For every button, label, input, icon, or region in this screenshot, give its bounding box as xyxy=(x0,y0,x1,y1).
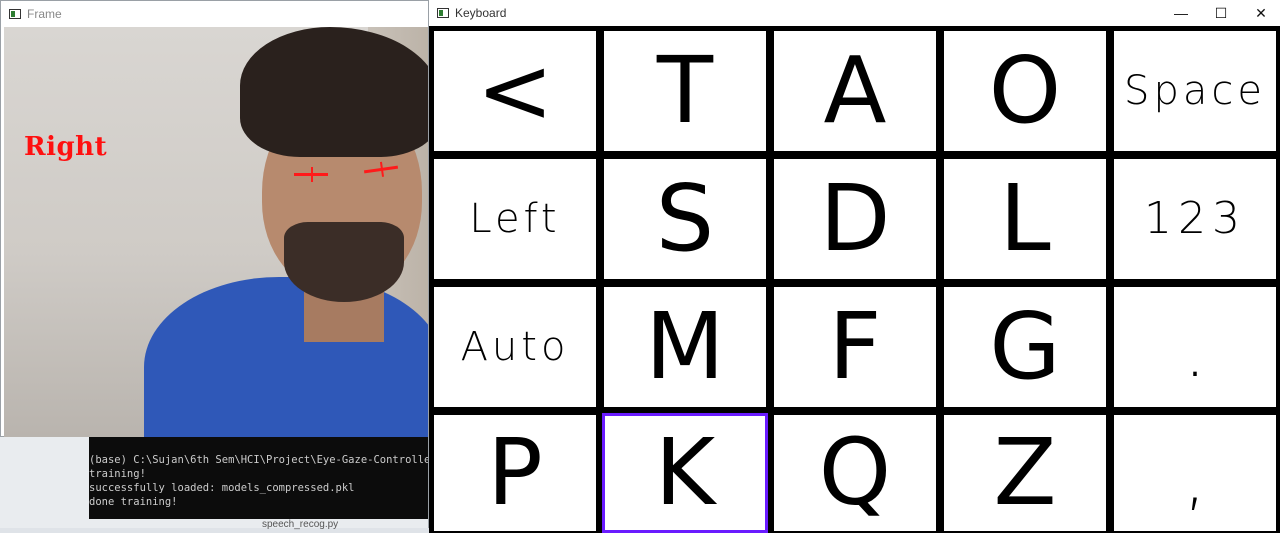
key-label: Q xyxy=(818,419,892,526)
key-label: G xyxy=(989,293,1061,400)
key-label: O xyxy=(988,37,1062,144)
window-app-icon xyxy=(437,8,449,18)
maximize-button[interactable]: ☐ xyxy=(1201,0,1241,26)
key-123[interactable]: 123 xyxy=(1109,154,1280,284)
key-period[interactable]: . xyxy=(1109,282,1280,412)
key-label: M xyxy=(645,293,725,400)
key-left[interactable]: Left xyxy=(429,154,601,284)
key-label: F xyxy=(828,293,882,400)
person-hair xyxy=(240,27,428,157)
terminal-line: successfully loaded: models_compressed.p… xyxy=(89,482,355,494)
virtual-keyboard-grid: < T A O Space Left S D L 123 Auto M F G. P K Q Z, xyxy=(429,26,1280,533)
key-label: < xyxy=(476,37,554,144)
webcam-feed: Right xyxy=(4,27,428,437)
key-label: Auto xyxy=(460,324,570,370)
explorer-file-item[interactable]: speech_recog.py xyxy=(262,519,338,530)
key-label: T xyxy=(656,37,714,144)
key-label: D xyxy=(819,165,891,272)
key-label: Space xyxy=(1124,68,1266,114)
key-s[interactable]: S xyxy=(599,154,771,284)
left-eye-marker xyxy=(294,167,328,182)
key-auto[interactable]: Auto xyxy=(429,282,601,412)
frame-window-title: Frame xyxy=(27,7,62,21)
key-g[interactable]: G xyxy=(939,282,1111,412)
frame-titlebar[interactable]: Frame xyxy=(1,1,428,27)
key-t[interactable]: T xyxy=(599,26,771,156)
key-backspace[interactable]: < xyxy=(429,26,601,156)
keyboard-titlebar[interactable]: Keyboard — ☐ ✕ xyxy=(429,0,1280,26)
key-label: , xyxy=(1183,437,1207,519)
keyboard-window-title: Keyboard xyxy=(455,6,507,20)
key-label: L xyxy=(999,165,1051,272)
key-label: P xyxy=(487,419,543,526)
key-space[interactable]: Space xyxy=(1109,26,1280,156)
key-label: . xyxy=(1183,311,1207,393)
key-label: A xyxy=(823,37,887,144)
keyboard-window: Keyboard — ☐ ✕ < T A O Space Left S D L 123 Auto M F… xyxy=(428,0,1280,533)
key-z[interactable]: Z xyxy=(939,410,1111,533)
key-m[interactable]: M xyxy=(599,282,771,412)
terminal-line: done training! xyxy=(89,496,178,508)
key-k[interactable]: K xyxy=(599,410,771,533)
window-app-icon xyxy=(9,9,21,19)
terminal-line: training! xyxy=(89,468,146,480)
terminal-window: (base) C:\Sujan\6th Sem\HCI\Project\Eye-… xyxy=(89,437,429,519)
key-l[interactable]: L xyxy=(939,154,1111,284)
key-label: S xyxy=(655,165,715,272)
terminal-line: (base) C:\Sujan\6th Sem\HCI\Project\Eye-… xyxy=(89,454,429,466)
gaze-direction-label: Right xyxy=(24,132,108,162)
person-beard xyxy=(284,222,404,302)
key-o[interactable]: O xyxy=(939,26,1111,156)
key-label: Left xyxy=(469,196,561,242)
person-shirt xyxy=(144,277,428,437)
key-label: K xyxy=(654,419,716,526)
key-f[interactable]: F xyxy=(769,282,941,412)
frame-window: Frame Right xyxy=(0,0,429,437)
key-p[interactable]: P xyxy=(429,410,601,533)
key-comma[interactable]: , xyxy=(1109,410,1280,533)
key-label: Z xyxy=(993,419,1057,526)
minimize-button[interactable]: — xyxy=(1161,0,1201,26)
close-button[interactable]: ✕ xyxy=(1241,0,1280,26)
key-d[interactable]: D xyxy=(769,154,941,284)
key-label: 123 xyxy=(1144,193,1246,244)
key-a[interactable]: A xyxy=(769,26,941,156)
key-q[interactable]: Q xyxy=(769,410,941,533)
